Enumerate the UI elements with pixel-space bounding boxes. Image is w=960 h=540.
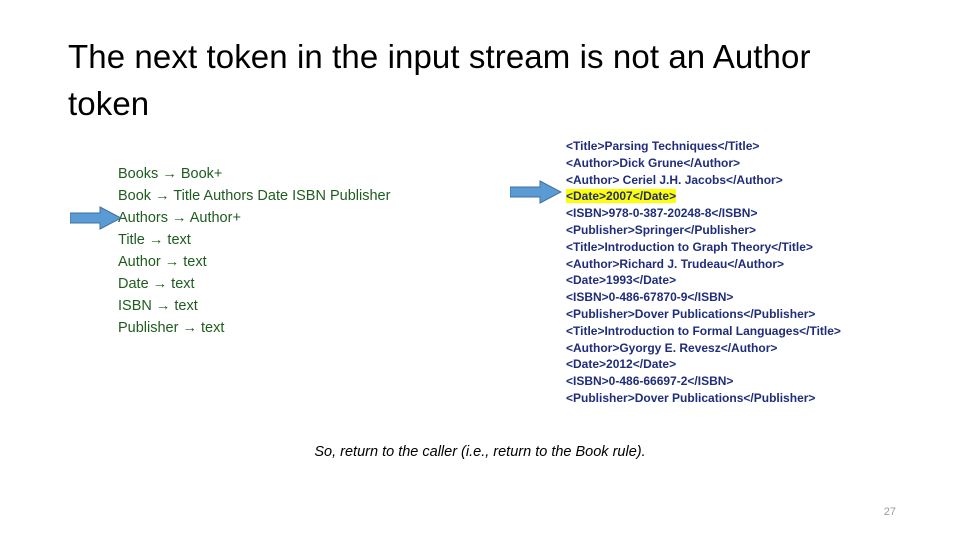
grammar-rule-line: Book → Title Authors Date ISBN Publisher xyxy=(118,188,391,204)
xml-line: <Author>Gyorgy E. Revesz</Author> xyxy=(566,340,778,355)
grammar-rule-line: Books → Book+ xyxy=(118,166,223,182)
grammar-rules-list: Books → Book+ Book → Title Authors Date I… xyxy=(118,163,390,339)
xml-line: <ISBN>0-486-67870-9</ISBN> xyxy=(566,290,734,305)
xml-line: <ISBN>0-486-66697-2</ISBN> xyxy=(566,374,734,389)
pointer-arrow-xml-icon xyxy=(509,180,563,204)
page-title: The next token in the input stream is no… xyxy=(68,38,820,122)
xml-line: <Author>Richard J. Trudeau</Author> xyxy=(566,256,785,271)
grammar-rule-line: Title → text xyxy=(118,232,191,248)
xml-input-listing: <Title>Parsing Techniques</Title> <Author… xyxy=(566,138,841,407)
pointer-arrow-grammar-icon xyxy=(69,206,123,230)
grammar-rule-line: Publisher → text xyxy=(118,320,225,336)
xml-line: <Publisher>Dover Publications</Publisher… xyxy=(566,306,816,321)
xml-line-highlight: <Date>2007</Date> xyxy=(566,189,677,204)
xml-line: <ISBN>978-0-387-20248-8</ISBN> xyxy=(566,206,758,221)
xml-line: <Author> Ceriel J.H. Jacobs</Author> xyxy=(566,172,783,187)
xml-line: <Publisher>Dover Publications</Publisher… xyxy=(566,390,816,405)
xml-line: <Date>2007</Date> xyxy=(566,188,841,205)
grammar-rule-line: Author → text xyxy=(118,254,207,270)
xml-line: <Publisher>Springer</Publisher> xyxy=(566,222,757,237)
grammar-rule-line: ISBN → text xyxy=(118,298,198,314)
page-number: 27 xyxy=(883,506,896,518)
xml-line: <Date>2012</Date> xyxy=(566,357,677,372)
xml-line: <Date>1993</Date> xyxy=(566,273,677,288)
grammar-rule-line: Authors → Author+ xyxy=(118,210,241,226)
xml-line: <Title>Introduction to Graph Theory</Tit… xyxy=(566,239,813,254)
grammar-rule-line: Date → text xyxy=(118,276,195,292)
xml-line: <Title>Introduction to Formal Languages<… xyxy=(566,323,841,338)
xml-line: <Author>Dick Grune</Author> xyxy=(566,155,741,170)
xml-line: <Title>Parsing Techniques</Title> xyxy=(566,139,760,153)
slide-caption: So, return to the caller (i.e., return t… xyxy=(314,444,646,460)
slide-canvas: The next token in the input stream is no… xyxy=(0,0,960,540)
